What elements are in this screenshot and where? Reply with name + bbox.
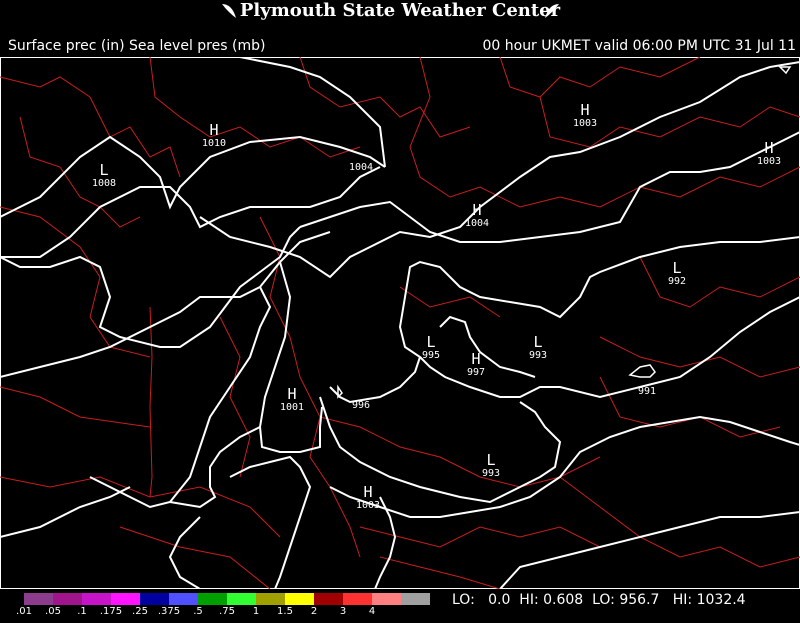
pressure-value-label: 997 <box>467 367 485 378</box>
high-pressure-marker: H <box>363 483 372 501</box>
valid-time: 00 hour UKMET valid 06:00 PM UTC 31 Jul … <box>482 38 796 54</box>
legend-swatch <box>343 593 372 605</box>
page-title: Plymouth State Weather Center <box>239 0 561 21</box>
header: Plymouth State Weather Center <box>0 0 800 24</box>
pressure-value-label: 1003 <box>573 118 597 129</box>
pressure-value-label: 993 <box>482 468 500 479</box>
high-pressure-marker: H <box>580 101 589 119</box>
legend-swatch <box>256 593 285 605</box>
legend-footer: .01.05.1.175.25.375.5.75 1 1.5 2 3 4 LO: 0.0 … <box>0 591 800 623</box>
high-pressure-marker: H <box>471 350 480 368</box>
weather-map: H1010L10081004H1003H1003H1004L992L995 H99… <box>0 57 800 589</box>
high-pressure-marker: H <box>287 385 296 403</box>
field-description: Surface prec (in) Sea level pres (mb) <box>8 38 266 54</box>
low-pressure-marker: L <box>99 161 108 179</box>
pressure-value-label: 1001 <box>280 402 304 413</box>
legend-swatch <box>82 593 111 605</box>
pressure-value-label: 992 <box>668 276 686 287</box>
pressure-value-label: 995 <box>422 350 440 361</box>
low-pressure-marker: L <box>426 333 435 351</box>
pressure-value-label: 1010 <box>202 138 226 149</box>
legend-label: 4 <box>368 606 376 617</box>
high-pressure-marker: H <box>209 121 218 139</box>
legend-swatch <box>24 593 53 605</box>
legend-swatch <box>227 593 256 605</box>
psu-logo-right-icon <box>545 4 559 18</box>
legend-swatch <box>53 593 82 605</box>
pressure-value-label: 1008 <box>92 178 116 189</box>
min-max-stats: LO: 0.0 HI: 0.608 LO: 956.7 HI: 1032.4 <box>452 592 746 608</box>
pressure-value-label: 996 <box>352 400 370 411</box>
pressure-value-label: 993 <box>529 350 547 361</box>
high-pressure-marker: H <box>472 201 481 219</box>
legend-swatch <box>111 593 140 605</box>
legend-swatch <box>372 593 401 605</box>
low-pressure-marker: L <box>672 259 681 277</box>
pressure-value-label: 1004 <box>465 218 489 229</box>
map-subtitle: Surface prec (in) Sea level pres (mb) 00… <box>0 37 800 55</box>
pressure-value-label: 1003 <box>757 156 781 167</box>
pressure-value-label: 1003 <box>356 500 380 511</box>
legend-swatch <box>169 593 198 605</box>
legend-swatch <box>314 593 343 605</box>
pressure-value-label: 1004 <box>349 162 373 173</box>
low-pressure-marker: L <box>486 451 495 469</box>
pressure-value-label: 991 <box>638 386 656 397</box>
legend-swatch <box>198 593 227 605</box>
high-pressure-marker: H <box>764 139 773 157</box>
legend-swatch <box>140 593 169 605</box>
low-pressure-marker: L <box>533 333 542 351</box>
legend-swatch <box>285 593 314 605</box>
legend-swatch <box>401 593 430 605</box>
